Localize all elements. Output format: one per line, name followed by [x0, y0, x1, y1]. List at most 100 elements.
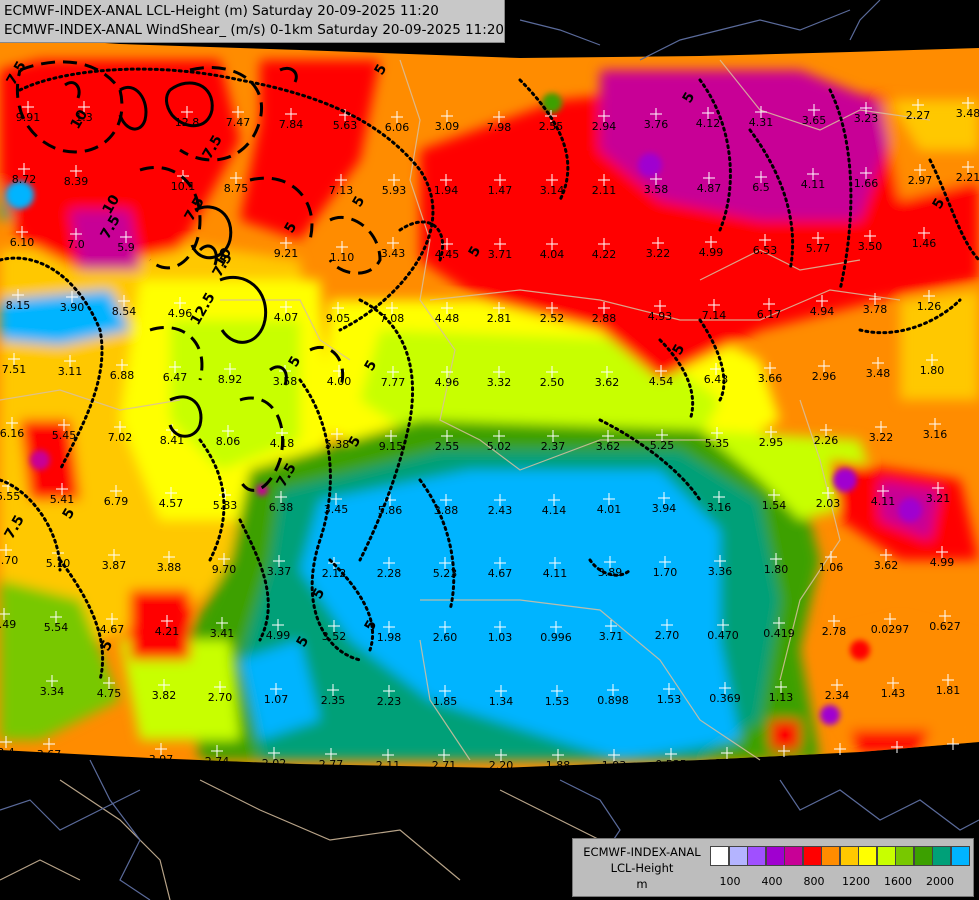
value-label: 3.70 — [0, 554, 18, 567]
value-label: 2.03 — [816, 497, 841, 510]
value-label: 2.49 — [0, 618, 16, 631]
value-label: 3.4 — [0, 746, 15, 759]
value-label: 2.96 — [812, 370, 837, 383]
value-label: 6.38 — [269, 501, 294, 514]
value-label: 3.52 — [322, 630, 347, 643]
legend-tick-label: 1200 — [842, 875, 870, 888]
value-label: 2.27 — [906, 109, 931, 122]
value-label: 4.14 — [542, 504, 567, 517]
value-label: 4.01 — [597, 503, 622, 516]
value-label: 1.81 — [936, 684, 961, 697]
value-label: 1.13 — [769, 691, 794, 704]
value-label: 7.08 — [380, 312, 405, 325]
value-label: 4.75 — [97, 687, 122, 700]
value-label: 4.67 — [100, 623, 125, 636]
value-label: 2.12 — [322, 567, 347, 580]
value-label: 3.14 — [540, 184, 565, 197]
value-label: 6.10 — [10, 236, 35, 249]
value-label: 2.26 — [814, 434, 839, 447]
value-label: 3.97 — [149, 753, 174, 766]
value-label: 5.02 — [487, 440, 512, 453]
value-label: 9.21 — [274, 247, 299, 260]
value-label: 4.18 — [270, 437, 295, 450]
value-label: 1.54 — [762, 499, 787, 512]
value-label: 3.22 — [869, 431, 894, 444]
value-label: 8.41 — [160, 434, 185, 447]
color-legend: ECMWF-INDEX-ANAL LCL-Height m 100 400 800 1… — [572, 838, 974, 897]
value-label: 4.67 — [488, 567, 513, 580]
legend-swatch — [765, 846, 785, 866]
value-label: 8.92 — [218, 373, 243, 386]
value-label: 3.88 — [157, 561, 182, 574]
value-label: 5.23 — [433, 567, 458, 580]
value-label: 1.43 — [881, 687, 906, 700]
value-label: 4.12 — [696, 117, 721, 130]
value-label: 2.21 — [956, 171, 979, 184]
value-label: 3.89 — [598, 566, 623, 579]
value-label: 8.15 — [6, 299, 31, 312]
value-label: 2.35 — [321, 694, 346, 707]
value-label: 3.66 — [758, 372, 783, 385]
legend-tick-label: 2000 — [926, 875, 954, 888]
value-label: 3.23 — [854, 112, 879, 125]
legend-tick-label: 800 — [803, 875, 825, 888]
value-label: 3.58 — [644, 183, 669, 196]
value-label: 3.82 — [152, 689, 177, 702]
legend-tick-label: 100 — [719, 875, 741, 888]
value-label: 1.3 — [75, 111, 93, 124]
value-label: 0.535 — [655, 758, 687, 771]
value-label: 5.35 — [705, 437, 730, 450]
value-label: 8.39 — [64, 175, 89, 188]
value-label: 3.67 — [37, 748, 62, 761]
value-label: 9.15 — [379, 440, 404, 453]
value-label: 6.5 — [752, 181, 770, 194]
value-label: 5.45 — [52, 429, 77, 442]
value-label: 1.38 — [715, 757, 740, 770]
value-label: 3.16 — [707, 501, 732, 514]
value-label: 4.00 — [327, 375, 352, 388]
value-label: 6.55 — [0, 490, 20, 503]
value-label: 7.51 — [2, 363, 27, 376]
value-label: 2.94 — [592, 120, 617, 133]
value-label: 1.70 — [653, 566, 678, 579]
value-label: 4.11 — [801, 178, 826, 191]
value-label: 0.898 — [597, 694, 629, 707]
value-label: 2.71 — [432, 759, 457, 772]
value-label: 1.47 — [488, 184, 513, 197]
value-label: 2.11 — [376, 759, 401, 772]
value-label: 5.77 — [806, 242, 831, 255]
value-label: 6.47 — [163, 371, 188, 384]
legend-title-param: LCL-Height — [610, 861, 674, 875]
value-label: 4.99 — [930, 556, 955, 569]
value-label: 2.60 — [433, 631, 458, 644]
value-label: 4.07 — [274, 311, 299, 324]
value-label: 9.05 — [326, 312, 351, 325]
value-label: 1.46 — [912, 237, 937, 250]
value-label: 2.06 — [828, 753, 853, 766]
value-label: 4.04 — [540, 248, 565, 261]
lcl-field — [0, 36, 979, 768]
value-label: 3.16 — [923, 428, 948, 441]
value-label: 7.77 — [381, 376, 406, 389]
value-label: 1.85 — [433, 695, 458, 708]
legend-title-unit: m — [636, 877, 648, 891]
value-label: 4.96 — [168, 307, 193, 320]
value-label: 0.281 — [937, 748, 969, 761]
legend-swatch — [747, 846, 766, 866]
value-label: 8.75 — [224, 182, 249, 195]
value-label: 4.93 — [648, 310, 673, 323]
legend-tick-label: 400 — [761, 875, 783, 888]
value-label: 4.99 — [699, 246, 724, 259]
lcl-height-map: 557.5107.510 7.510557.5 55 5555555557.57.51… — [0, 0, 979, 900]
legend-tick-label: 1600 — [884, 875, 912, 888]
value-label: 1.10 — [330, 251, 355, 264]
value-label: 2.37 — [541, 440, 566, 453]
value-label: 5.54 — [44, 621, 69, 634]
legend-swatch — [710, 846, 729, 866]
value-label: 1.53 — [657, 693, 682, 706]
value-label: 6.79 — [104, 495, 129, 508]
value-label: 3.50 — [858, 240, 883, 253]
value-label: 2.77 — [319, 758, 344, 771]
value-label: 3.48 — [866, 367, 891, 380]
value-label: 1.80 — [920, 364, 945, 377]
